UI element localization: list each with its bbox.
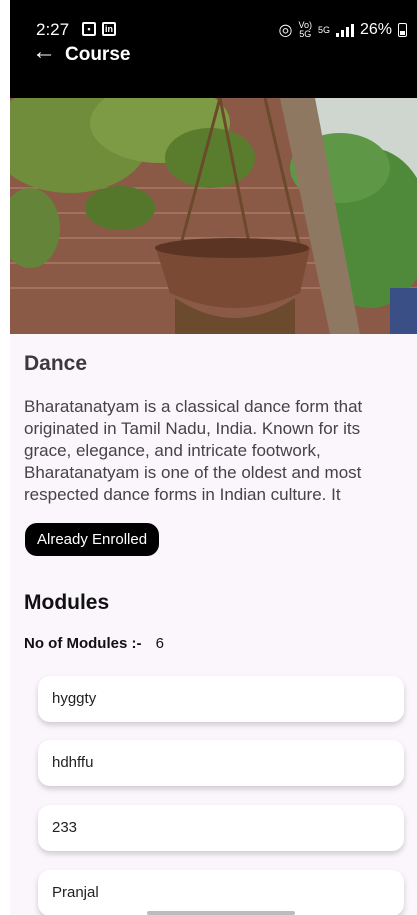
modules-heading: Modules	[24, 591, 110, 614]
modules-count-value: 6	[155, 635, 164, 652]
network-5g-icon: 5G	[317, 24, 330, 35]
module-card[interactable]: hdhffu	[38, 740, 404, 786]
course-screen: 2:27 ▪ in ◎ Vo) 5G 5G 26% ← Course Dance…	[10, 0, 417, 915]
image-icon: ▪	[82, 22, 96, 36]
module-card[interactable]: Pranjal	[38, 870, 404, 915]
page-title: Course	[65, 44, 131, 65]
course-hero-image	[10, 98, 417, 334]
linkedin-icon: in	[102, 22, 116, 36]
module-card[interactable]: hyggty	[38, 676, 404, 722]
course-description: Bharatanatyam is a classical dance form …	[24, 397, 363, 504]
status-right-icons: ◎ Vo) 5G 5G 26%	[278, 20, 407, 40]
status-time: 2:27	[36, 20, 70, 39]
course-title: Dance	[24, 352, 88, 375]
already-enrolled-button[interactable]: Already Enrolled	[25, 523, 160, 556]
signal-icon	[335, 23, 354, 37]
top-app-bar: 2:27 ▪ in ◎ Vo) 5G 5G 26% ← Course	[10, 0, 417, 98]
battery-icon	[398, 23, 407, 37]
status-left-icons: ▪ in	[82, 22, 116, 36]
home-indicator[interactable]	[147, 911, 295, 915]
battery-percent: 26%	[359, 21, 392, 38]
modules-count: No of Modules :- 6	[24, 635, 164, 652]
arrow-left-icon[interactable]: ←	[32, 38, 56, 66]
hotspot-icon: ◎	[278, 22, 293, 39]
volte-icon: Vo) 5G	[298, 20, 312, 39]
module-card[interactable]: 233	[38, 805, 404, 851]
modules-count-label: No of Modules :-	[24, 635, 142, 652]
